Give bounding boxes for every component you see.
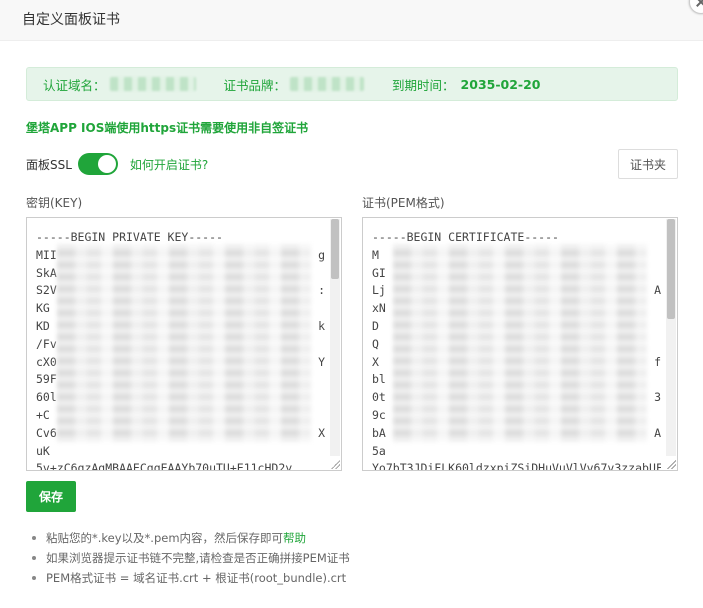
line-tail: Y (318, 354, 325, 369)
key-scroll-thumb[interactable] (331, 219, 339, 279)
line-tail: : (318, 283, 325, 298)
save-button[interactable]: 保存 (26, 481, 76, 512)
help-link[interactable]: 帮助 (283, 531, 306, 545)
text-line: 5a (372, 443, 661, 461)
line-text: D (372, 318, 379, 333)
line-tail: k (318, 318, 325, 333)
brand-label: 证书品牌： (223, 77, 287, 93)
line-tail: A (654, 283, 661, 298)
line-tail: 3 (654, 390, 661, 405)
cert-resize-handle[interactable] (666, 459, 676, 469)
cert-info-bar: 认证域名： 证书品牌： 到期时间： 2035-02-20 (26, 67, 678, 101)
panel-ssl-label: 面板SSL (26, 157, 72, 172)
note-item: PEM格式证书 = 域名证书.crt + 根证书(root_bundle).cr… (30, 568, 350, 588)
line-text: GI (372, 265, 386, 280)
key-resize-handle[interactable] (330, 459, 340, 469)
text-line: 5v+zC6qzAgMBAAECggEAAYb70uTU+E11cHD2y (36, 460, 325, 471)
key-scrollbar[interactable] (330, 219, 340, 456)
line-tail: g (318, 247, 325, 262)
line-text: -----BEGIN CERTIFICATE----- (372, 230, 559, 244)
line-text: X (372, 354, 379, 369)
line-text: 9c (372, 407, 386, 422)
custom-cert-dialog: 自定义面板证书 认证域名： 证书品牌： 到期时间： 2035-02-20 堡塔A… (0, 0, 703, 608)
line-text: KD (36, 318, 50, 333)
line-text: 5a (372, 443, 386, 458)
text-line: uK (36, 443, 325, 461)
domain-label: 认证域名： (43, 77, 106, 93)
cert-redaction-mask (393, 244, 647, 442)
cert-scrollbar[interactable] (666, 219, 676, 456)
line-text: S2V (36, 283, 57, 298)
cert-scroll-thumb[interactable] (667, 219, 675, 319)
text-line: Yo7bT3JDiFLK60ldzxpiZSiDHuVuVlVv67v3zzab… (372, 460, 661, 471)
line-text: KG (36, 301, 50, 316)
line-text: 5v+zC6qzAgMBAAECggEAAYb70uTU+E11cHD2y (36, 461, 293, 471)
line-text: M (372, 247, 379, 262)
line-text: SkA (36, 265, 57, 280)
line-tail: A (654, 425, 661, 440)
line-text: 60l (36, 390, 57, 405)
note-item: 如果浏览器提示证书链不完整,请检查是否正确拼接PEM证书 (30, 548, 350, 568)
expiry-label: 到期时间： (392, 77, 455, 93)
note-text: PEM格式证书 = 域名证书.crt + 根证书(root_bundle).cr… (46, 571, 347, 585)
dialog-title: 自定义面板证书 (0, 0, 703, 41)
line-text: /Fv (36, 336, 57, 351)
key-label: 密钥(KEY) (26, 196, 83, 210)
line-text: bl (372, 372, 386, 387)
line-text: 0t (372, 390, 386, 405)
line-text: +C (36, 407, 50, 422)
line-text: Lj (372, 283, 386, 298)
line-text: MII (36, 247, 57, 262)
note-item: 粘贴您的*.key以及*.pem内容，然后保存即可帮助 (30, 528, 350, 548)
line-text: Yo7bT3JDiFLK60ldzxpiZSiDHuVuVlVv67v3zzab… (372, 461, 661, 471)
note-text: 如果浏览器提示证书链不完整,请检查是否正确拼接PEM证书 (46, 551, 350, 565)
line-text: xN (372, 301, 386, 316)
key-textarea[interactable]: -----BEGIN PRIVATE KEY----- MII g SkA S2V: KG… (26, 217, 342, 471)
line-text: Cv6 (36, 425, 57, 440)
panel-ssl-row: 面板SSL 如何开启证书? (26, 152, 208, 176)
line-text: bA (372, 425, 386, 440)
line-text: 59F (36, 372, 57, 387)
line-tail: f (654, 354, 661, 369)
line-tail: X (318, 425, 325, 440)
line-text: Q (372, 336, 379, 351)
key-redaction-mask (57, 244, 311, 442)
line-text: uK (36, 443, 50, 458)
help-notes: 粘贴您的*.key以及*.pem内容，然后保存即可帮助 如果浏览器提示证书链不完… (30, 528, 350, 588)
ios-cert-notice-link[interactable]: 堡塔APP IOS端使用https证书需要使用非自签证书 (26, 119, 308, 136)
line-text: -----BEGIN PRIVATE KEY----- (36, 230, 223, 244)
expiry-value: 2035-02-20 (460, 76, 541, 92)
note-text: 粘贴您的*.key以及*.pem内容，然后保存即可 (46, 531, 284, 545)
cert-folder-button[interactable]: 证书夹 (618, 149, 678, 179)
cert-textarea[interactable]: -----BEGIN CERTIFICATE----- M GI Lj AxN D Q Xf b… (362, 217, 678, 471)
brand-value-redacted (290, 77, 365, 91)
line-text: cX0 (36, 354, 57, 369)
toggle-knob (97, 155, 116, 173)
how-to-enable-cert-link[interactable]: 如何开启证书? (130, 156, 208, 173)
domain-value-redacted (109, 77, 196, 91)
cert-label: 证书(PEM格式) (362, 196, 445, 210)
panel-ssl-toggle[interactable] (77, 153, 118, 175)
